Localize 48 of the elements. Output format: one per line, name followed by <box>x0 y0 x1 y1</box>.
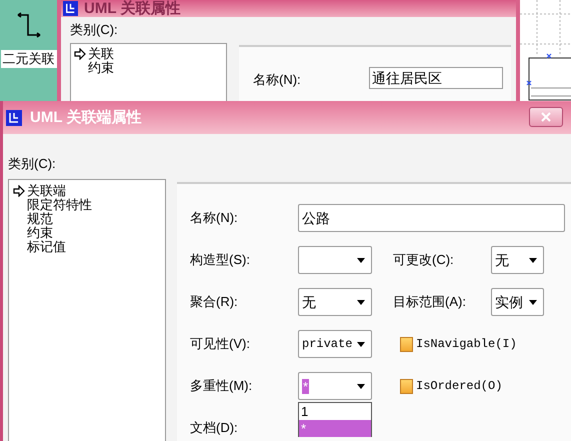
dropdown-value: * <box>302 378 310 394</box>
category-item[interactable]: 约束 <box>88 61 114 75</box>
category-item[interactable]: 限定符特性 <box>27 198 92 212</box>
field-label: 可见性(V): <box>190 337 251 351</box>
dropdown[interactable]: private <box>298 330 372 358</box>
dropdown[interactable]: * <box>298 372 372 400</box>
field-label: 目标范围(A): <box>393 295 467 309</box>
name-field[interactable]: 通往居民区 <box>369 67 503 89</box>
checkbox[interactable] <box>400 336 413 352</box>
category-item[interactable]: 关联 <box>88 47 114 61</box>
field-label: 聚合(R): <box>190 295 239 309</box>
dropdown[interactable]: 无 <box>491 246 544 274</box>
category-item[interactable]: 关联端 <box>27 184 66 198</box>
window-icon <box>6 110 22 126</box>
field-label: 构造型(S): <box>190 253 251 267</box>
field-label: 可更改(C): <box>393 253 455 267</box>
name-field[interactable]: 公路 <box>298 204 565 232</box>
menu-item[interactable]: * <box>299 420 371 437</box>
category-item[interactable]: 约束 <box>27 226 53 240</box>
caret-icon <box>357 258 365 262</box>
dropdown[interactable]: 实例 <box>491 288 544 316</box>
category-label: 类别(C): <box>8 156 56 173</box>
connector-icon <box>14 12 42 40</box>
dropdown[interactable]: 无 <box>298 288 372 316</box>
checkbox[interactable] <box>400 378 413 394</box>
caret-icon <box>357 300 365 304</box>
checkbox-label: IsOrdered(O) <box>416 379 502 393</box>
caret-icon <box>529 300 537 304</box>
caret-icon <box>357 342 365 346</box>
dropdown-value: 无 <box>495 252 509 268</box>
category-item[interactable]: 规范 <box>27 212 53 226</box>
checkbox-label: IsNavigable(I) <box>416 337 517 351</box>
window-title: UML 关联端属性 <box>30 110 142 126</box>
dropdown-value: 实例 <box>495 294 523 310</box>
field-label: 文档(D): <box>190 421 239 435</box>
close-icon <box>541 112 551 122</box>
dropdown-value: private <box>302 336 352 352</box>
close-button[interactable] <box>529 107 563 127</box>
caret-icon <box>529 258 537 262</box>
field-label: 名称(N): <box>190 211 239 225</box>
field-label: 多重性(M): <box>190 379 254 393</box>
dropdown[interactable] <box>298 246 372 274</box>
field-label: 名称(N): <box>253 73 302 87</box>
category-item[interactable]: 标记值 <box>27 240 66 254</box>
category-label: 类别(C): <box>70 23 118 39</box>
dropdown-value: 无 <box>302 294 316 310</box>
caret-icon <box>357 384 365 388</box>
tool-label[interactable]: 二元关联 <box>0 50 56 68</box>
